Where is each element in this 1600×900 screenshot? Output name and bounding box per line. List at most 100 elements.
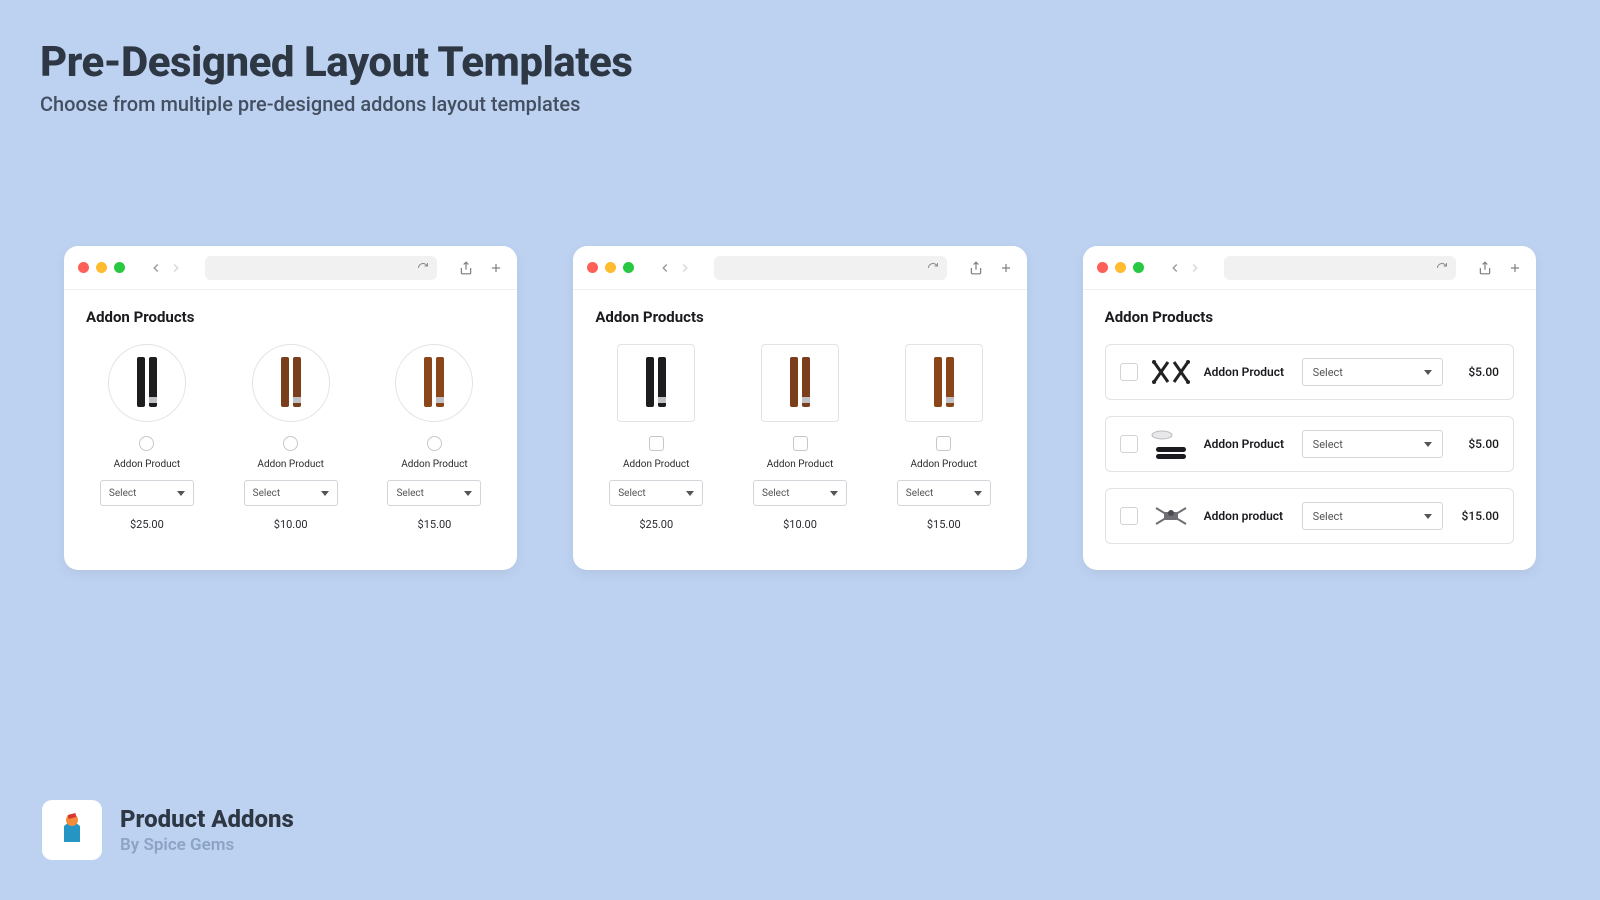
checkbox[interactable] xyxy=(1120,507,1138,525)
plus-icon[interactable] xyxy=(1508,261,1522,275)
forward-icon[interactable] xyxy=(1188,261,1202,275)
plus-icon[interactable] xyxy=(489,261,503,275)
minimize-dot-icon[interactable] xyxy=(1115,262,1126,273)
window-dots xyxy=(587,262,634,273)
close-dot-icon[interactable] xyxy=(587,262,598,273)
template-window-2: Addon Products Addon Product Select $25.… xyxy=(573,246,1026,570)
share-icon[interactable] xyxy=(969,261,983,275)
share-icon[interactable] xyxy=(459,261,473,275)
nav-arrows xyxy=(658,261,692,275)
chevron-down-icon xyxy=(974,491,982,496)
addon-grid: Addon Product Select $25.00 Addon Produc… xyxy=(86,344,495,531)
addon-row: Addon product Select $15.00 xyxy=(1105,488,1514,544)
chevron-down-icon xyxy=(177,491,185,496)
radio[interactable] xyxy=(427,436,442,451)
chevron-down-icon xyxy=(686,491,694,496)
nav-arrows xyxy=(149,261,183,275)
maximize-dot-icon[interactable] xyxy=(114,262,125,273)
variant-select[interactable]: Select xyxy=(387,480,481,506)
app-icon xyxy=(42,800,102,860)
addon-grid: Addon Product Select $25.00 Addon Produc… xyxy=(595,344,1004,531)
radio[interactable] xyxy=(283,436,298,451)
addon-price: $10.00 xyxy=(783,518,817,531)
addon-item: Addon Product Select $15.00 xyxy=(883,344,1005,531)
product-thumb[interactable] xyxy=(761,344,839,422)
address-bar[interactable] xyxy=(714,256,946,280)
address-bar[interactable] xyxy=(205,256,437,280)
radio[interactable] xyxy=(139,436,154,451)
minimize-dot-icon[interactable] xyxy=(605,262,616,273)
checkbox[interactable] xyxy=(1120,363,1138,381)
back-icon[interactable] xyxy=(149,261,163,275)
product-thumb[interactable] xyxy=(395,344,473,422)
close-dot-icon[interactable] xyxy=(78,262,89,273)
addon-row: Addon Product Select $5.00 xyxy=(1105,344,1514,400)
reload-icon[interactable] xyxy=(1436,262,1448,274)
addon-label: Addon Product xyxy=(114,459,180,470)
checkbox[interactable] xyxy=(936,436,951,451)
addon-label: Addon Product xyxy=(257,459,323,470)
variant-select[interactable]: Select xyxy=(753,480,847,506)
chevron-down-icon xyxy=(321,491,329,496)
nav-arrows xyxy=(1168,261,1202,275)
product-thumb[interactable] xyxy=(905,344,983,422)
addon-price: $10.00 xyxy=(274,518,308,531)
browser-chrome xyxy=(64,246,517,290)
template-window-3: Addon Products Addon Product Select $5.0… xyxy=(1083,246,1536,570)
forward-icon[interactable] xyxy=(678,261,692,275)
window-content: Addon Products Addon Product Select $25.… xyxy=(573,290,1026,557)
product-thumb[interactable] xyxy=(1150,499,1192,533)
browser-chrome xyxy=(573,246,1026,290)
product-thumb[interactable] xyxy=(617,344,695,422)
window-dots xyxy=(1097,262,1144,273)
checkbox[interactable] xyxy=(649,436,664,451)
maximize-dot-icon[interactable] xyxy=(1133,262,1144,273)
reload-icon[interactable] xyxy=(927,262,939,274)
page-title: Pre-Designed Layout Templates xyxy=(40,38,632,87)
variant-select[interactable]: Select xyxy=(1302,502,1443,530)
forward-icon[interactable] xyxy=(169,261,183,275)
app-by: By Spice Gems xyxy=(120,835,294,855)
checkbox[interactable] xyxy=(793,436,808,451)
share-icon[interactable] xyxy=(1478,261,1492,275)
variant-select[interactable]: Select xyxy=(897,480,991,506)
product-thumb[interactable] xyxy=(1150,355,1192,389)
window-dots xyxy=(78,262,125,273)
chrome-actions xyxy=(1478,261,1522,275)
template-window-1: Addon Products Addon Product Select $25.… xyxy=(64,246,517,570)
addon-price: $5.00 xyxy=(1455,365,1499,379)
product-thumb[interactable] xyxy=(252,344,330,422)
reload-icon[interactable] xyxy=(417,262,429,274)
variant-select[interactable]: Select xyxy=(609,480,703,506)
address-bar[interactable] xyxy=(1224,256,1456,280)
variant-select[interactable]: Select xyxy=(1302,430,1443,458)
minimize-dot-icon[interactable] xyxy=(96,262,107,273)
back-icon[interactable] xyxy=(658,261,672,275)
chevron-down-icon xyxy=(1424,442,1432,447)
plus-icon[interactable] xyxy=(999,261,1013,275)
addon-label: Addon Product xyxy=(911,459,977,470)
product-thumb[interactable] xyxy=(1150,427,1192,461)
browser-chrome xyxy=(1083,246,1536,290)
addon-label: Addon product xyxy=(1204,509,1290,523)
chevron-down-icon xyxy=(1424,514,1432,519)
close-dot-icon[interactable] xyxy=(1097,262,1108,273)
addon-item: Addon Product Select $15.00 xyxy=(374,344,496,531)
variant-select[interactable]: Select xyxy=(244,480,338,506)
addon-label: Addon Product xyxy=(1204,437,1290,451)
section-heading: Addon Products xyxy=(86,308,495,326)
addon-price: $25.00 xyxy=(639,518,673,531)
page-subtitle: Choose from multiple pre-designed addons… xyxy=(40,92,580,116)
addon-label: Addon Product xyxy=(401,459,467,470)
section-heading: Addon Products xyxy=(595,308,1004,326)
back-icon[interactable] xyxy=(1168,261,1182,275)
maximize-dot-icon[interactable] xyxy=(623,262,634,273)
addon-price: $15.00 xyxy=(1455,509,1499,523)
variant-select[interactable]: Select xyxy=(1302,358,1443,386)
addon-label: Addon Product xyxy=(767,459,833,470)
addon-row: Addon Product Select $5.00 xyxy=(1105,416,1514,472)
checkbox[interactable] xyxy=(1120,435,1138,453)
addon-label: Addon Product xyxy=(623,459,689,470)
variant-select[interactable]: Select xyxy=(100,480,194,506)
product-thumb[interactable] xyxy=(108,344,186,422)
